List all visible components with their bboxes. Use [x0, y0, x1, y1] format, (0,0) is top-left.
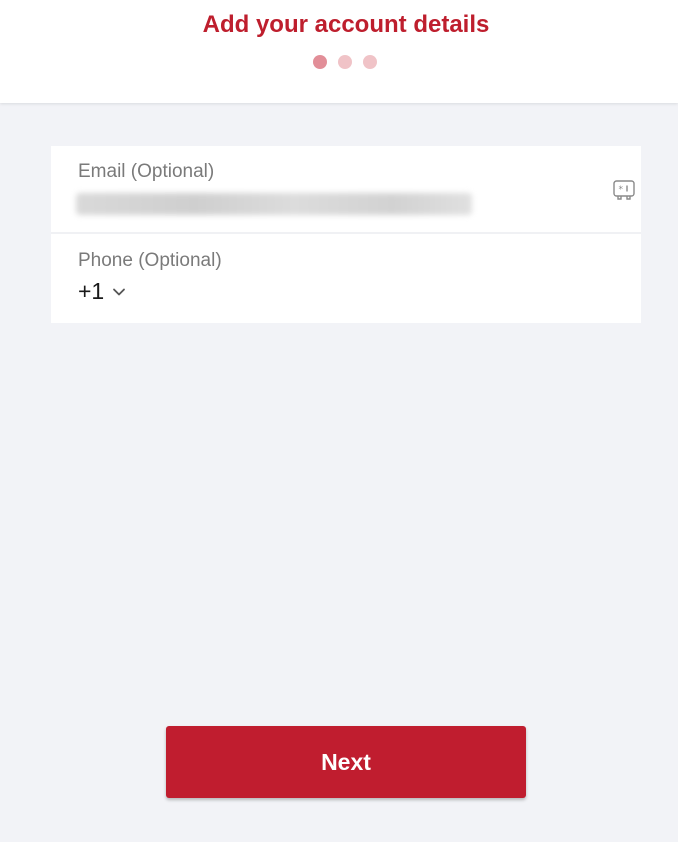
- phone-field[interactable]: Phone (Optional) +1: [51, 235, 641, 323]
- svg-text:*: *: [619, 185, 624, 195]
- next-button[interactable]: Next: [166, 726, 526, 798]
- page-header: Add your account details: [0, 0, 678, 103]
- step-dot-2: [338, 55, 352, 69]
- country-code-value: +1: [78, 278, 105, 304]
- keychain-autofill-icon[interactable]: *: [612, 178, 636, 202]
- chevron-down-icon: [113, 288, 126, 295]
- email-field[interactable]: Email (Optional) *: [51, 146, 641, 234]
- page-title: Add your account details: [202, 11, 490, 38]
- country-code-selector[interactable]: +1: [78, 278, 126, 305]
- phone-label: Phone (Optional): [78, 250, 222, 271]
- step-dot-3: [363, 55, 377, 69]
- step-indicator: [313, 55, 377, 69]
- step-dot-1: [313, 55, 327, 69]
- account-details-form: Email (Optional) * Phone (Optional) +1: [51, 146, 641, 323]
- email-label: Email (Optional): [78, 161, 215, 182]
- email-input[interactable]: [76, 193, 472, 215]
